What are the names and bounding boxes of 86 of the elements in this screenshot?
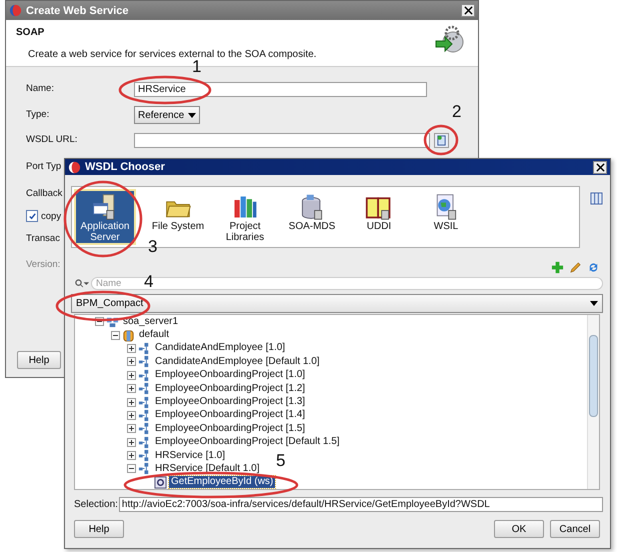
annotation-number: 4: [144, 273, 154, 291]
selection-label: Selection:: [74, 499, 118, 510]
refresh-icon[interactable]: [587, 261, 600, 274]
tree-item[interactable]: EmployeeOnboardingProject [Default 1.5]: [153, 436, 342, 448]
field-label: Version:: [26, 259, 60, 270]
help-button[interactable]: Help: [74, 520, 124, 538]
field-label: Port Typ: [26, 161, 62, 172]
section-title: SOAP: [16, 27, 46, 38]
annotation-number: 5: [276, 452, 286, 470]
component-icon: [138, 368, 151, 382]
pencil-icon[interactable]: [569, 261, 582, 274]
expand-toggle[interactable]: [127, 438, 136, 447]
source-item[interactable]: Project Libraries: [214, 189, 276, 245]
close-button[interactable]: [461, 4, 475, 17]
expand-toggle[interactable]: [127, 464, 136, 474]
service-icon: [154, 476, 167, 489]
tree-item[interactable]: default: [137, 329, 172, 342]
browse-button[interactable]: [434, 133, 449, 148]
field-label: WSDL URL:: [26, 134, 78, 145]
expand-toggle[interactable]: [127, 398, 136, 407]
component-icon: [138, 422, 151, 436]
source-item[interactable]: SOA-MDS: [281, 189, 343, 245]
ok-button[interactable]: OK: [494, 520, 544, 538]
expand-toggle[interactable]: [127, 424, 136, 434]
caret-icon: [590, 301, 598, 306]
field-label: Callback: [26, 188, 62, 199]
component-icon: [138, 355, 151, 368]
view-icon[interactable]: [590, 192, 603, 205]
component-icon: [138, 342, 151, 355]
expand-toggle[interactable]: [127, 410, 136, 420]
text-input[interactable]: HRService: [134, 82, 427, 97]
source-item[interactable]: Application Server: [74, 189, 136, 245]
tree-item[interactable]: soa_server1: [121, 316, 180, 328]
component-icon: [138, 436, 151, 449]
component-icon: [138, 396, 151, 409]
server-icon: [106, 315, 119, 328]
tree-item[interactable]: CandidateAndEmployee [1.0]: [153, 342, 288, 354]
window-title: Create Web Service: [26, 4, 130, 16]
url-field[interactable]: [134, 133, 430, 148]
document-icon: [436, 135, 447, 146]
annotation-number: 2: [452, 103, 462, 121]
cancel-button[interactable]: Cancel: [550, 520, 600, 538]
annotation-number: 3: [148, 238, 158, 256]
expand-toggle[interactable]: [127, 451, 136, 460]
app-icon: [9, 4, 22, 17]
close-icon: [596, 162, 604, 172]
checkbox[interactable]: copy: [26, 210, 62, 222]
close-icon: [464, 6, 472, 15]
tree-item[interactable]: EmployeeOnboardingProject [1.4]: [153, 409, 308, 422]
source-item[interactable]: WSIL: [415, 189, 477, 245]
selection-field[interactable]: http://avioEc2:7003/soa-infra/services/default/HRService/GetEmployeeById?WSDL: [118, 497, 603, 512]
app-icon: [68, 160, 81, 174]
expand-toggle[interactable]: [127, 384, 136, 394]
source-item[interactable]: UDDI: [348, 189, 410, 245]
component-icon: [138, 382, 151, 396]
field-label: Transac: [26, 233, 60, 244]
expand-toggle[interactable]: [127, 370, 136, 380]
package-icon: [122, 328, 135, 342]
component-icon: [138, 408, 151, 422]
component-icon: [138, 462, 151, 476]
tree-item[interactable]: HRService [Default 1.0]: [153, 462, 262, 475]
help-button[interactable]: Help: [17, 351, 61, 369]
expand-toggle[interactable]: [111, 330, 120, 340]
field-label: Name:: [26, 83, 54, 94]
tree-item[interactable]: EmployeeOnboardingProject [1.3]: [153, 396, 308, 408]
tree-item[interactable]: EmployeeOnboardingProject [1.0]: [153, 369, 308, 382]
connection-dropdown[interactable]: BPM_Compact: [71, 294, 603, 313]
tree-item[interactable]: GetEmployeeById (ws): [169, 476, 276, 488]
add-icon[interactable]: [551, 261, 564, 274]
tree-item[interactable]: CandidateAndEmployee [Default 1.0]: [153, 356, 322, 368]
expand-toggle[interactable]: [127, 344, 136, 353]
type-dropdown[interactable]: Reference: [134, 106, 200, 124]
checkmark-icon: [28, 212, 36, 220]
annotation-number: 1: [192, 58, 202, 76]
component-icon: [138, 449, 151, 462]
annotation-ellipse: [424, 124, 458, 156]
window-title: WSDL Chooser: [85, 161, 166, 173]
field-label: Type:: [26, 109, 50, 120]
expand-toggle[interactable]: [127, 357, 136, 366]
search-icon: [75, 279, 89, 288]
tree-item[interactable]: EmployeeOnboardingProject [1.5]: [153, 422, 308, 435]
caret-icon: [188, 112, 196, 118]
description-text: Create a web service for services external to the SOA composite.: [27, 49, 316, 60]
tree-item[interactable]: HRService [1.0]: [153, 450, 228, 462]
close-button[interactable]: [593, 160, 607, 174]
tree-item[interactable]: EmployeeOnboardingProject [1.2]: [153, 382, 308, 395]
